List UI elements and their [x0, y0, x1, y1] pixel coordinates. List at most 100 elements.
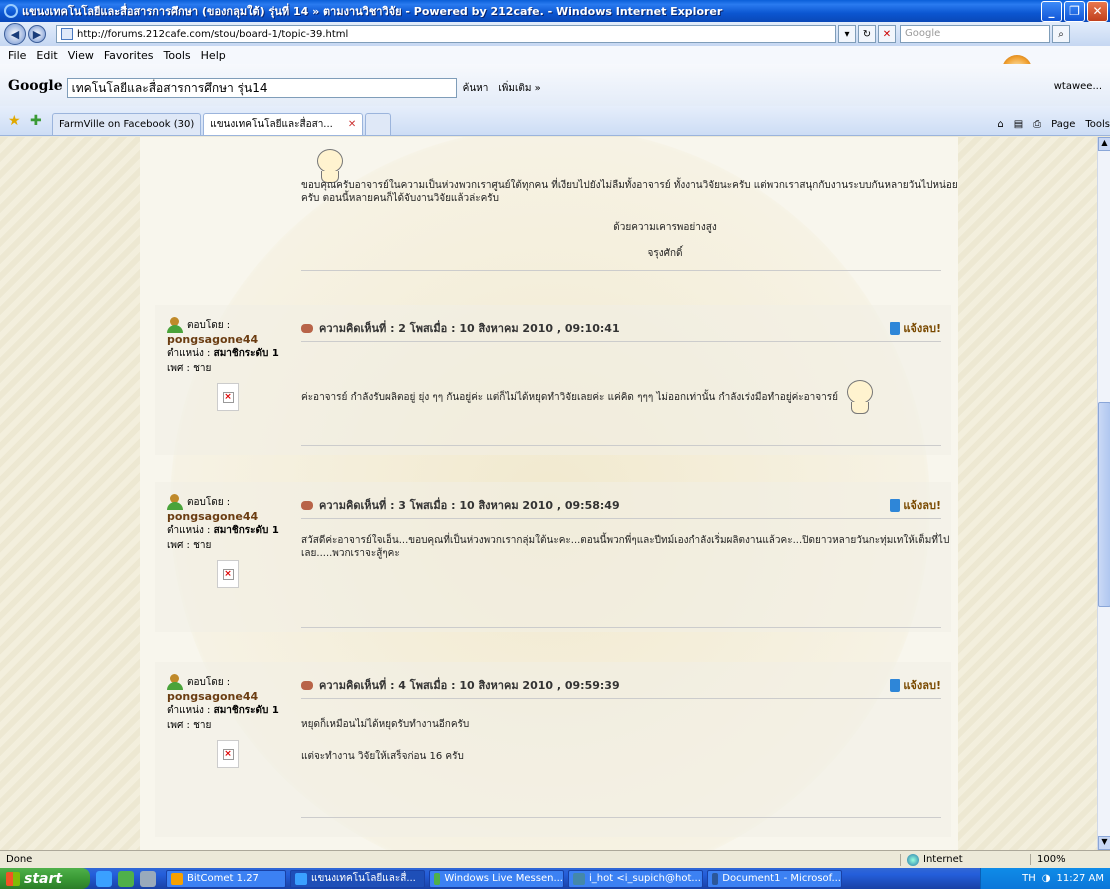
minimize-button[interactable]: _	[1041, 0, 1062, 22]
task-word[interactable]: Document1 - Microsof...	[707, 869, 842, 888]
menu-file[interactable]: File	[8, 49, 26, 62]
post-text: หยุดก็เหมือนไม่ได้หยุดรับทำงานอีกครับ	[301, 719, 470, 730]
report-delete-button[interactable]: แจ้งลบ!	[890, 319, 941, 337]
status-bar: Done Internet 100%	[0, 850, 1110, 868]
author-name[interactable]: pongsagone44	[167, 333, 297, 346]
task-mail[interactable]: i_hot <i_supich@hot...	[568, 869, 703, 888]
tray-icon[interactable]: ◑	[1042, 873, 1051, 884]
ie-quicklaunch-icon[interactable]	[96, 870, 112, 887]
smiley-icon	[313, 149, 345, 183]
close-tab-icon[interactable]: ✕	[348, 119, 356, 130]
broken-image-icon: ×	[222, 748, 234, 760]
report-delete-button[interactable]: แจ้งลบ!	[890, 496, 941, 514]
user-icon	[167, 317, 185, 333]
scroll-thumb[interactable]	[1098, 402, 1110, 607]
maximize-button[interactable]: ❐	[1064, 0, 1085, 22]
clock: 11:27 AM	[1056, 873, 1104, 884]
avatar: ×	[217, 560, 239, 588]
tab-forum[interactable]: แขนงเทคโนโลยีและสื่อสา... ✕	[203, 113, 364, 135]
author-gender: เพศ : ชาย	[167, 720, 212, 731]
post-closing: ด้วยความเคารพอย่างสูง	[613, 222, 717, 233]
post-text: สวัสดีค่ะอาจารย์ใจเอ็น...ขอบคุณที่เป็นห่…	[301, 535, 950, 559]
author-gender: เพศ : ชาย	[167, 540, 212, 551]
menu-bar: File Edit View Favorites Tools Help	[0, 46, 1110, 64]
report-delete-button[interactable]: แจ้งลบ!	[890, 676, 941, 694]
stop-button[interactable]: ✕	[878, 25, 896, 43]
avatar: ×	[217, 740, 239, 768]
tab-bar: ★ ✚ FarmVille on Facebook (30) แขนงเทคโน…	[0, 106, 1110, 136]
zoom-control[interactable]: 100%	[1030, 854, 1110, 865]
window-title: แขนงเทคโนโลยีและสื่อสารการศึกษา (ของกลุม…	[22, 5, 723, 18]
language-indicator[interactable]: TH	[1022, 873, 1036, 884]
forward-button[interactable]: ▶	[28, 25, 46, 43]
page-icon	[61, 28, 73, 40]
menu-help[interactable]: Help	[201, 49, 226, 62]
menu-favorites[interactable]: Favorites	[104, 49, 154, 62]
title-bar: แขนงเทคโนโลยีและสื่อสารการศึกษา (ของกลุม…	[0, 0, 1110, 22]
author-gender: เพศ : ชาย	[167, 363, 212, 374]
address-bar: ◀ ▶ http://forums.212cafe.com/stou/board…	[0, 22, 1110, 46]
print-icon[interactable]: ⎙	[1033, 119, 1041, 130]
broken-image-icon: ×	[222, 391, 234, 403]
add-favorites-icon[interactable]: ✚	[30, 113, 46, 129]
tools-menu-button[interactable]: Tools	[1085, 119, 1110, 130]
author-name[interactable]: pongsagone44	[167, 690, 297, 703]
google-logo: Google	[8, 78, 63, 94]
start-button[interactable]: start	[0, 868, 90, 889]
user-icon	[167, 674, 185, 690]
post-header: ความคิดเห็นที่ : 3 โพสเมื่อ : 10 สิงหาคม…	[301, 494, 941, 516]
system-tray: TH ◑ 11:27 AM	[980, 868, 1110, 889]
comment-icon	[301, 323, 313, 333]
url-input[interactable]: http://forums.212cafe.com/stou/board-1/t…	[56, 25, 836, 43]
search-icon[interactable]: ⌕	[1052, 25, 1070, 43]
favorites-star-icon[interactable]: ★	[8, 113, 24, 129]
broken-image-icon: ×	[222, 568, 234, 580]
forum-post: ตอบโดย : pongsagone44 ตำแหน่ง : สมาชิกระ…	[155, 482, 949, 632]
post-signature: จรุงศักดิ์	[647, 248, 683, 259]
desktop-quicklaunch-icon[interactable]	[140, 870, 156, 887]
page-content: ขอบคุณครับอาจารย์ในความเป็นห่วงพวกเราศูน…	[0, 137, 1097, 850]
post-header: ความคิดเห็นที่ : 4 โพสเมื่อ : 10 สิงหาคม…	[301, 674, 941, 696]
feeds-icon[interactable]: ▤	[1014, 119, 1023, 130]
google-toolbar: Google เทคโนโลยีและสื่อสารการศึกษา รุ่น1…	[0, 64, 1110, 106]
back-button[interactable]: ◀	[4, 23, 26, 45]
google-search-input[interactable]: เทคโนโลยีและสื่อสารการศึกษา รุ่น14	[66, 78, 457, 98]
scroll-down-arrow[interactable]: ▼	[1098, 836, 1110, 850]
trash-icon	[890, 321, 901, 335]
security-zone: Internet	[900, 853, 1030, 866]
close-window-button[interactable]: ✕	[1087, 0, 1108, 22]
task-messenger[interactable]: Windows Live Messen...	[429, 869, 564, 888]
windows-flag-icon	[6, 871, 20, 886]
trash-icon	[890, 498, 901, 512]
messenger-quicklaunch-icon[interactable]	[118, 870, 134, 887]
google-user-button[interactable]: wtawee...	[1054, 81, 1102, 92]
new-tab-button[interactable]	[365, 113, 392, 135]
author-info: ตอบโดย : pongsagone44 ตำแหน่ง : สมาชิกระ…	[167, 317, 297, 376]
google-more-button[interactable]: เพิ่มเติม »	[498, 81, 540, 96]
smiley-icon	[843, 380, 875, 414]
user-icon	[167, 494, 185, 510]
forum-post: ขอบคุณครับอาจารย์ในความเป็นห่วงพวกเราศูน…	[155, 137, 958, 277]
url-text: http://forums.212cafe.com/stou/board-1/t…	[77, 28, 349, 40]
task-ie-forum[interactable]: แขนงเทคโนโลยีและสื่...	[290, 869, 425, 888]
search-input[interactable]: Google	[900, 25, 1050, 43]
menu-edit[interactable]: Edit	[36, 49, 57, 62]
scroll-up-arrow[interactable]: ▲	[1098, 137, 1110, 151]
refresh-button[interactable]: ↻	[858, 25, 876, 43]
vertical-scrollbar[interactable]: ▲ ▼	[1097, 137, 1110, 850]
url-dropdown-button[interactable]: ▾	[838, 25, 856, 43]
task-bitcomet[interactable]: BitComet 1.27	[166, 869, 286, 888]
tab-farmville[interactable]: FarmVille on Facebook (30)	[52, 113, 202, 135]
home-icon[interactable]: ⌂	[997, 119, 1003, 130]
command-bar: ⌂ ▤ ⎙ Page Tools	[987, 119, 1110, 130]
comment-icon	[301, 500, 313, 510]
forum-post: ตอบโดย : pongsagone44 ตำแหน่ง : สมาชิกระ…	[155, 662, 945, 837]
avatar: ×	[217, 383, 239, 411]
menu-view[interactable]: View	[68, 49, 94, 62]
menu-tools[interactable]: Tools	[164, 49, 191, 62]
page-menu-button[interactable]: Page	[1051, 119, 1075, 130]
google-search-button[interactable]: ค้นหา	[463, 81, 489, 96]
author-name[interactable]: pongsagone44	[167, 510, 297, 523]
post-header: ความคิดเห็นที่ : 2 โพสเมื่อ : 10 สิงหาคม…	[301, 317, 941, 339]
taskbar: start BitComet 1.27 แขนงเทคโนโลยีและสื่.…	[0, 868, 1110, 889]
